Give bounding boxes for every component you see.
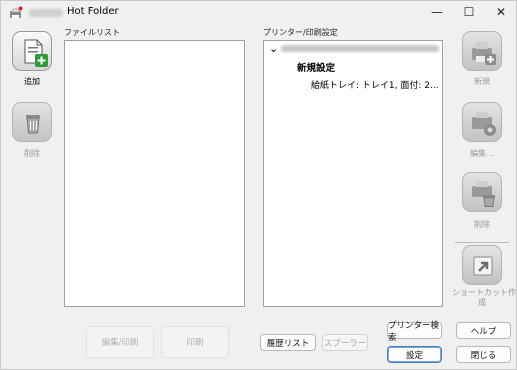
file-list-panel[interactable] [64, 40, 245, 307]
app-icon [10, 6, 23, 18]
add-document-icon [24, 39, 48, 67]
title-bar: Hot Folder — ☐ ✕ [1, 1, 517, 25]
create-shortcut-button[interactable] [462, 245, 502, 285]
hot-folder-window: Hot Folder — ☐ ✕ 追加 削除 ファイルリスト プリンター/印刷設… [0, 0, 517, 370]
printer-settings-label: プリンター/印刷設定 [263, 28, 338, 37]
minimize-button[interactable]: — [421, 1, 453, 23]
close-icon: ✕ [495, 5, 507, 19]
blurred-app-name [29, 9, 63, 17]
setting-name[interactable]: 新規設定 [297, 60, 335, 74]
file-list-label: ファイルリスト [64, 28, 120, 37]
delete-setting-button[interactable] [462, 172, 502, 212]
delete-file-label: 削除 [24, 149, 40, 158]
new-setting-label: 新規 [474, 77, 490, 86]
new-setting-button[interactable] [462, 31, 502, 71]
add-button[interactable] [12, 31, 52, 71]
trash-icon [26, 115, 40, 134]
edit-gear-icon [472, 112, 496, 136]
edit-setting-button[interactable] [462, 102, 502, 142]
create-shortcut-label: ショートカット作 成 [452, 288, 516, 308]
history-list-button[interactable]: 履歴リスト [260, 334, 316, 351]
toolbar-separator [455, 242, 509, 243]
maximize-icon: ☐ [463, 5, 475, 19]
edit-print-button[interactable]: 編集/印刷 [86, 326, 154, 358]
delete-printer-icon [472, 181, 495, 207]
settings-button[interactable]: 設定 [387, 346, 442, 363]
printer-name-blurred[interactable] [281, 45, 439, 52]
printer-search-button[interactable]: プリンター検索 [387, 321, 442, 343]
window-title: Hot Folder [67, 6, 119, 17]
add-label: 追加 [24, 77, 40, 86]
setting-detail[interactable]: 給紙トレイ: トレイ1, 面付: 2... [311, 78, 439, 91]
close-button[interactable]: 閉じる [456, 346, 511, 363]
spooler-button[interactable]: スプーラー [322, 334, 368, 351]
create-shortcut-label-line1: ショートカット作 [452, 288, 516, 297]
delete-setting-label: 削除 [474, 220, 490, 229]
close-window-button[interactable]: ✕ [485, 1, 517, 23]
minimize-icon: — [431, 5, 443, 19]
create-shortcut-label-line2: 成 [478, 298, 486, 307]
edit-setting-label: 編集... [470, 149, 494, 158]
new-printer-icon [472, 42, 496, 65]
shortcut-arrow-icon [473, 256, 493, 276]
delete-file-button[interactable] [12, 102, 52, 142]
maximize-button[interactable]: ☐ [453, 1, 485, 23]
print-button[interactable]: 印刷 [161, 326, 229, 358]
tree-expander-icon[interactable]: ⌄ [269, 42, 278, 55]
help-button[interactable]: ヘルプ [456, 322, 511, 339]
